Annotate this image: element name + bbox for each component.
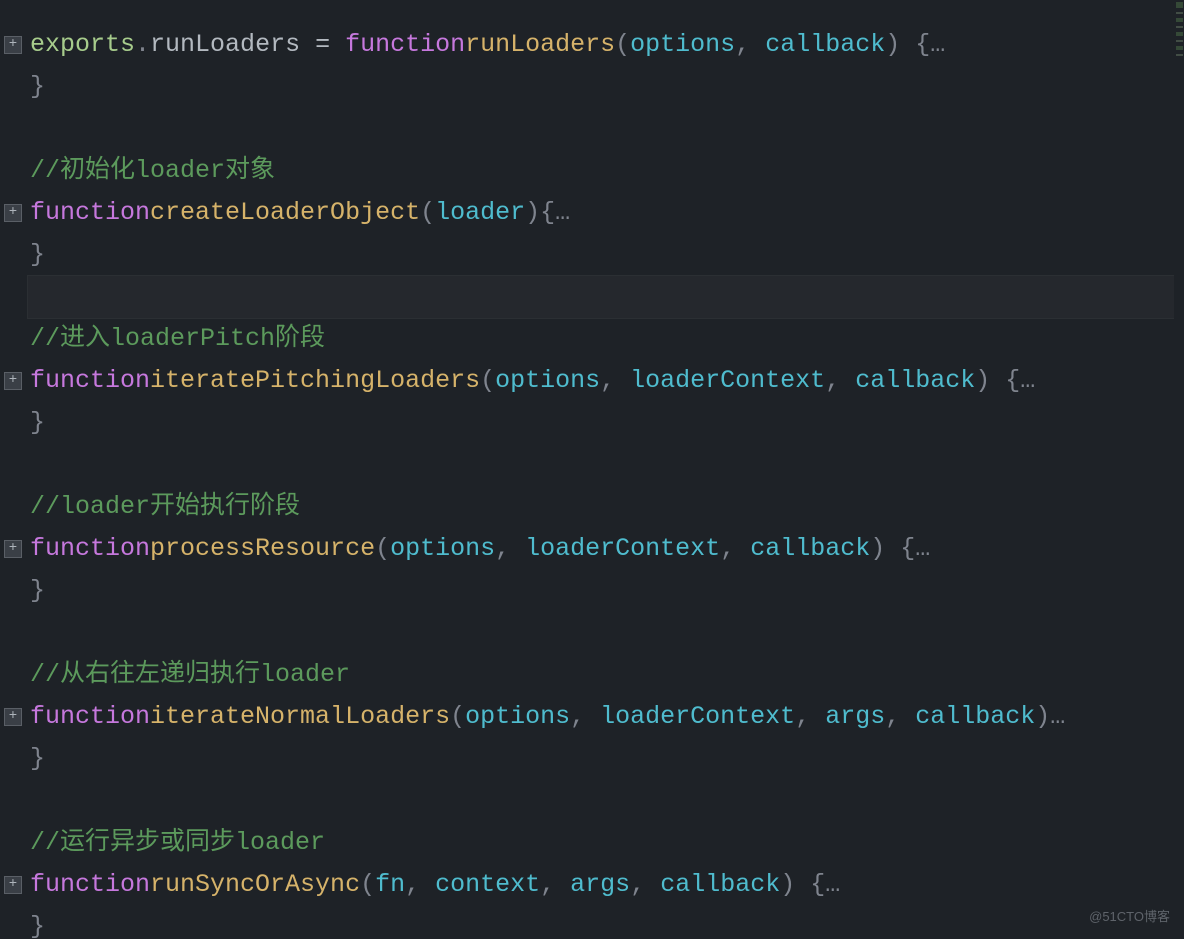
code-line[interactable] bbox=[30, 612, 1172, 654]
fold-toggle[interactable]: + bbox=[4, 204, 22, 222]
code-area[interactable]: exports.runLoaders = function runLoaders… bbox=[30, 0, 1172, 939]
watermark: @51CTO博客 bbox=[1089, 906, 1170, 925]
code-line[interactable] bbox=[30, 108, 1172, 150]
fold-toggle[interactable]: + bbox=[4, 372, 22, 390]
fold-gutter: + + + + + + bbox=[0, 0, 28, 939]
code-line[interactable]: function iteratePitchingLoaders(options,… bbox=[30, 360, 1172, 402]
code-line[interactable]: } bbox=[30, 66, 1172, 108]
code-line[interactable]: } bbox=[30, 234, 1172, 276]
fold-toggle[interactable]: + bbox=[4, 540, 22, 558]
code-line[interactable]: function createLoaderObject(loader){… bbox=[30, 192, 1172, 234]
code-line[interactable] bbox=[30, 444, 1172, 486]
code-editor: + + + + + + exports.runLoaders = functio… bbox=[0, 0, 1184, 939]
fold-toggle[interactable]: + bbox=[4, 876, 22, 894]
code-line[interactable]: exports.runLoaders = function runLoaders… bbox=[30, 24, 1172, 66]
code-line[interactable]: function iterateNormalLoaders(options, l… bbox=[30, 696, 1172, 738]
fold-toggle[interactable]: + bbox=[4, 708, 22, 726]
code-line[interactable]: //运行异步或同步loader bbox=[30, 822, 1172, 864]
code-line[interactable]: //loader开始执行阶段 bbox=[30, 486, 1172, 528]
code-line[interactable]: } bbox=[30, 906, 1172, 939]
code-line[interactable] bbox=[30, 780, 1172, 822]
minimap[interactable] bbox=[1174, 0, 1184, 939]
code-line[interactable]: //从右往左递归执行loader bbox=[30, 654, 1172, 696]
code-line[interactable]: } bbox=[30, 738, 1172, 780]
code-line[interactable] bbox=[28, 276, 1184, 318]
code-line[interactable]: //初始化loader对象 bbox=[30, 150, 1172, 192]
code-line[interactable]: } bbox=[30, 570, 1172, 612]
code-line[interactable]: function processResource(options, loader… bbox=[30, 528, 1172, 570]
fold-toggle[interactable]: + bbox=[4, 36, 22, 54]
code-line[interactable]: //进入loaderPitch阶段 bbox=[30, 318, 1172, 360]
code-line[interactable]: function runSyncOrAsync(fn, context, arg… bbox=[30, 864, 1172, 906]
code-line[interactable]: } bbox=[30, 402, 1172, 444]
